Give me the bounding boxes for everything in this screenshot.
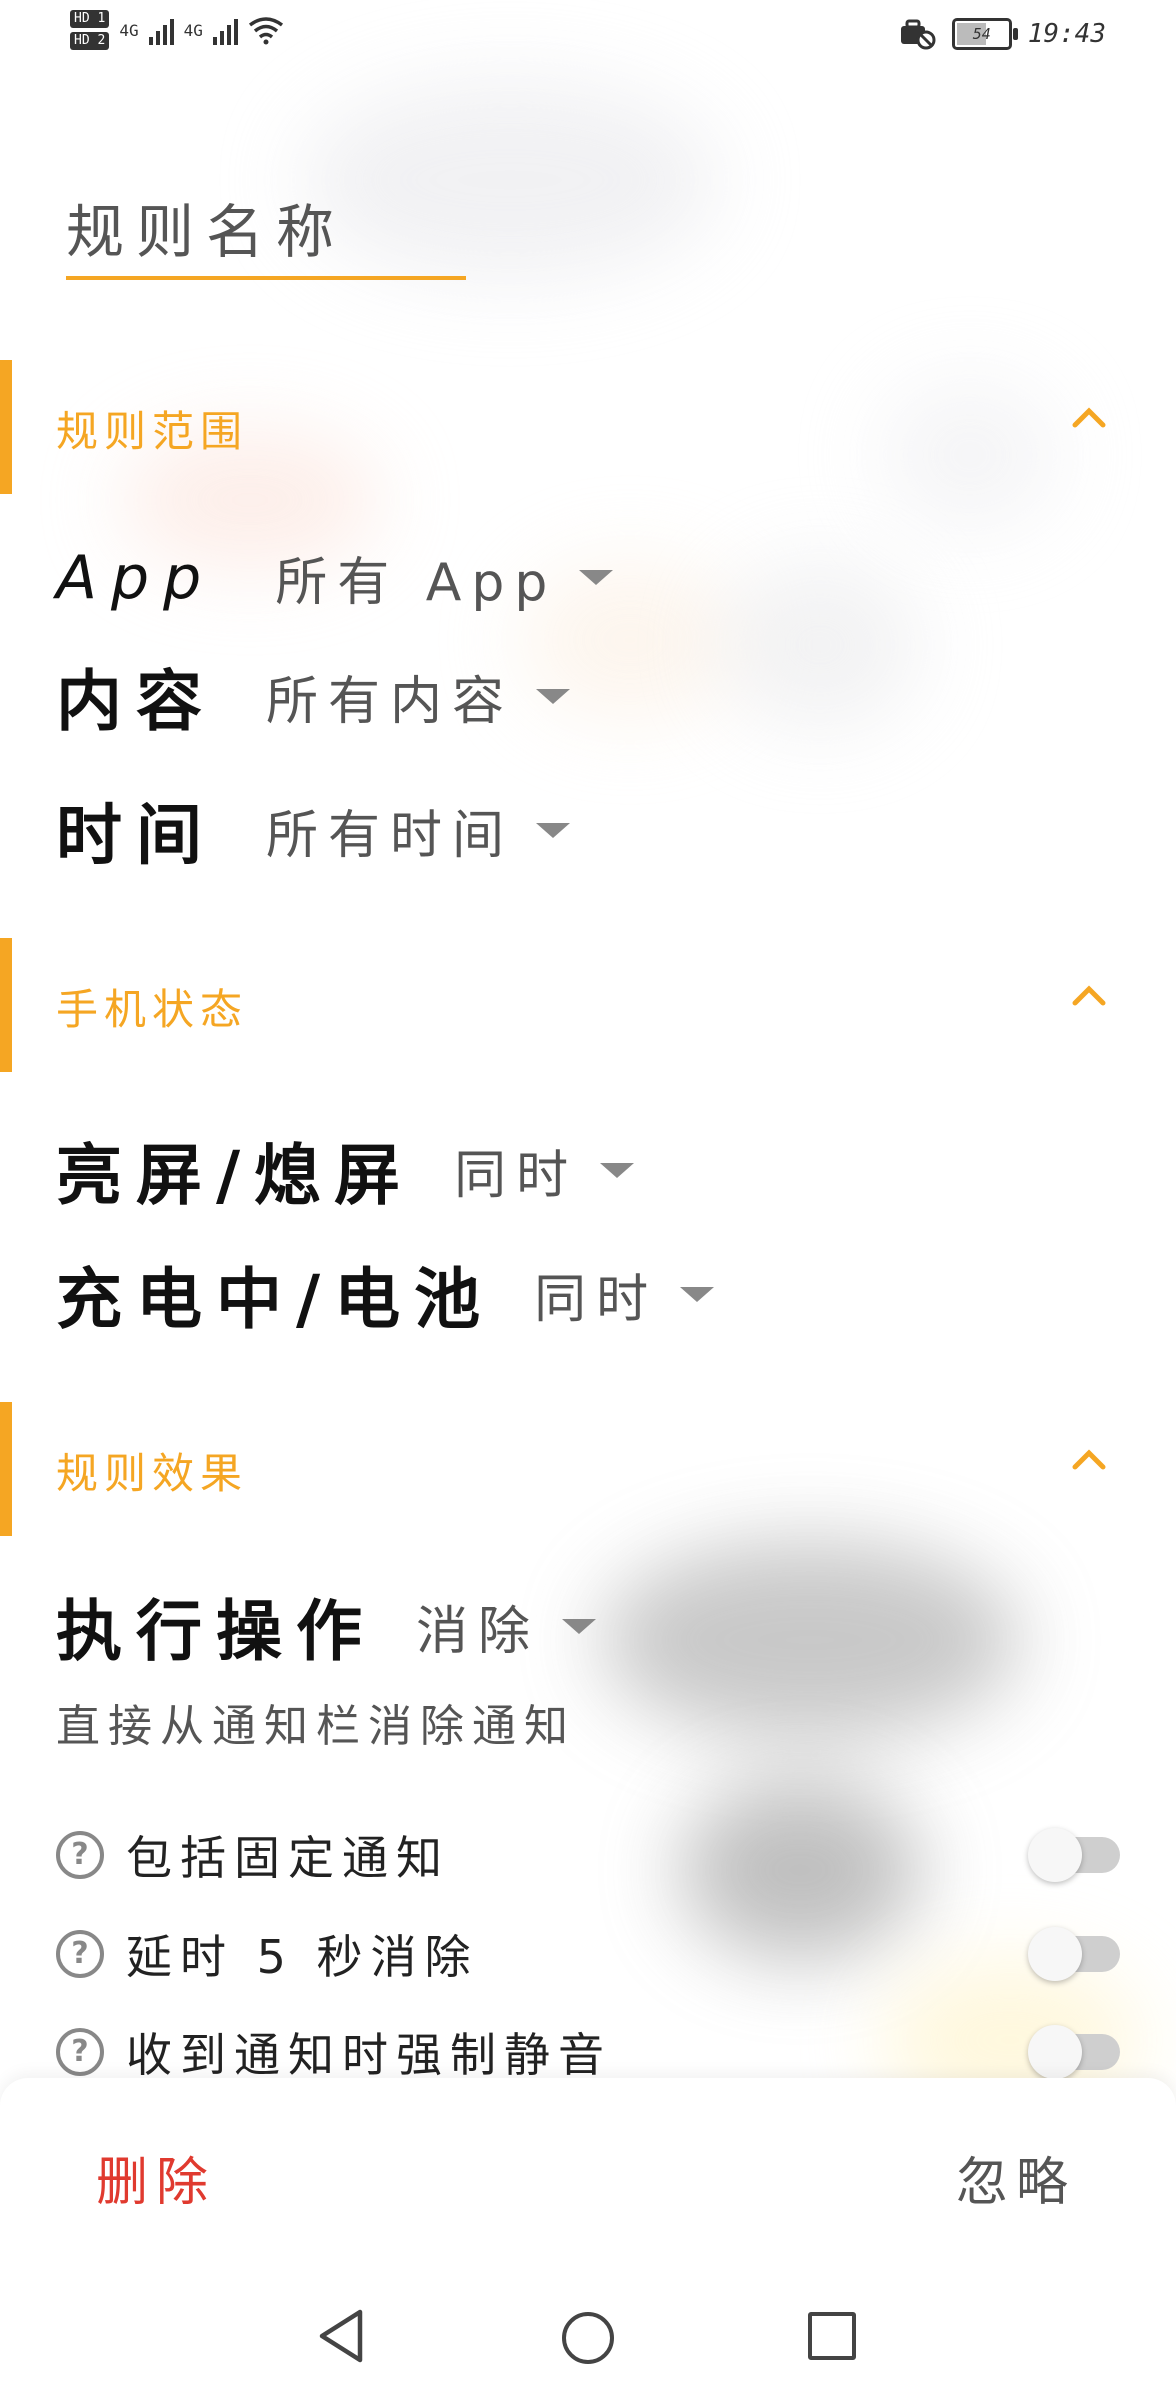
wifi-icon [248, 17, 283, 45]
background-blur [720, 560, 920, 730]
toggle-switch[interactable] [1028, 1828, 1120, 1882]
app-filter-row[interactable]: App 所有 App [56, 540, 614, 615]
recent-apps-icon[interactable] [808, 2312, 856, 2360]
section-title: 规则效果 [56, 1449, 249, 1498]
alarm-off-icon [900, 19, 936, 50]
home-icon[interactable] [562, 2312, 614, 2364]
section-phone-state-header[interactable]: 手机状态 [0, 938, 1176, 1072]
delete-button[interactable]: 删除 [96, 2140, 216, 2215]
app-filter-value[interactable]: 所有 App [275, 540, 557, 615]
dropdown-arrow-icon[interactable] [579, 570, 614, 585]
background-blur [600, 1540, 1020, 1740]
screen-state-row[interactable]: 亮屏/熄屏 同时 [56, 1122, 635, 1218]
network-type-1: 4G [119, 20, 139, 40]
charging-state-row[interactable]: 充电中/电池 同时 [56, 1246, 715, 1342]
help-icon[interactable]: ? [56, 1831, 104, 1879]
sim-indicators: HD 1 HD 2 [70, 10, 110, 50]
sim1-label: HD 1 [70, 10, 110, 28]
signal-icon [148, 15, 174, 45]
rule-name-underline [66, 276, 466, 280]
action-label: 执行操作 [56, 1593, 376, 1670]
action-description: 直接从通知栏消除通知 [56, 1701, 576, 1752]
time-filter-label: 时间 [56, 797, 216, 874]
toggle-switch[interactable] [1028, 2025, 1120, 2079]
status-bar: HD 1 HD 2 4G 4G 54 19:43 [0, 0, 1176, 80]
ignore-button[interactable]: 忽略 [956, 2140, 1076, 2215]
network-type-2: 4G [183, 20, 203, 40]
section-accent-bar [0, 938, 12, 1072]
section-title: 手机状态 [56, 985, 249, 1034]
dropdown-arrow-icon[interactable] [600, 1162, 635, 1178]
clock: 19:43 [1027, 19, 1106, 49]
dropdown-arrow-icon[interactable] [562, 1618, 597, 1634]
section-scope-header[interactable]: 规则范围 [0, 360, 1176, 494]
battery-level: 54 [972, 25, 991, 43]
time-filter-row[interactable]: 时间 所有时间 [56, 782, 571, 878]
section-accent-bar [0, 360, 12, 494]
option-label: 包括固定通知 [126, 1831, 450, 1885]
chevron-up-icon[interactable] [1072, 1442, 1106, 1476]
chevron-up-icon[interactable] [1072, 400, 1106, 434]
screen-state-value[interactable]: 同时 [454, 1133, 578, 1208]
status-bar-right: 54 19:43 [898, 18, 1106, 50]
action-row[interactable]: 执行操作 消除 [56, 1578, 597, 1674]
charging-state-value[interactable]: 同时 [534, 1257, 658, 1332]
screen-state-label: 亮屏/熄屏 [56, 1137, 415, 1214]
app-filter-label: App [56, 542, 216, 613]
signal-icon [212, 15, 238, 45]
battery-icon: 54 [951, 18, 1018, 50]
system-navigation-bar [0, 2290, 1176, 2400]
section-accent-bar [0, 1402, 12, 1536]
option-row[interactable]: ? 包括固定通知 [56, 1815, 1120, 1895]
status-bar-left: HD 1 HD 2 4G 4G [70, 10, 284, 50]
content-filter-row[interactable]: 内容 所有内容 [56, 648, 571, 744]
dropdown-arrow-icon[interactable] [536, 688, 571, 704]
content-filter-label: 内容 [56, 663, 216, 740]
time-filter-value[interactable]: 所有时间 [266, 793, 514, 868]
back-icon[interactable] [316, 2308, 366, 2364]
section-title: 规则范围 [56, 407, 249, 456]
charging-state-label: 充电中/电池 [56, 1261, 495, 1338]
chevron-up-icon[interactable] [1072, 978, 1106, 1012]
rule-name-input[interactable]: 规则名称 [66, 185, 466, 269]
sim2-label: HD 2 [70, 32, 110, 50]
content-filter-value[interactable]: 所有内容 [266, 659, 514, 734]
help-icon[interactable]: ? [56, 1930, 104, 1978]
option-label: 收到通知时强制静音 [126, 2028, 612, 2082]
dropdown-arrow-icon[interactable] [680, 1286, 715, 1302]
help-icon[interactable]: ? [56, 2028, 104, 2076]
section-effect-header[interactable]: 规则效果 [0, 1402, 1176, 1536]
option-label: 延时 5 秒消除 [126, 1930, 479, 1984]
option-row[interactable]: ? 延时 5 秒消除 [56, 1914, 1120, 1994]
dropdown-arrow-icon[interactable] [536, 822, 571, 838]
action-value[interactable]: 消除 [416, 1589, 540, 1664]
toggle-switch[interactable] [1028, 1927, 1120, 1981]
